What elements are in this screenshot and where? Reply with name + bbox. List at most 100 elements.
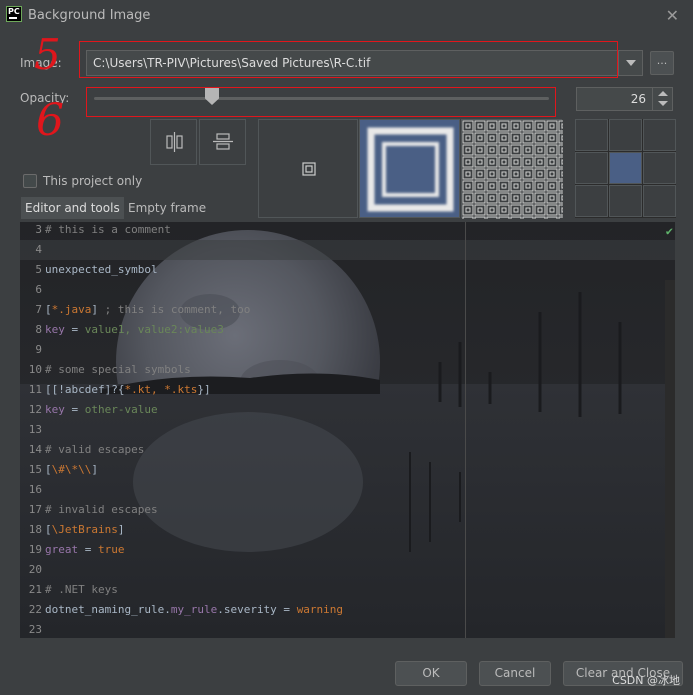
code-text: key = value1, value2:value3 [45, 323, 224, 337]
line-number: 20 [28, 563, 42, 576]
code-line: 6 [20, 283, 665, 303]
code-line: 21 # .NET keys [20, 583, 665, 603]
line-number: 4 [35, 243, 42, 256]
code-text: # this is a comment [45, 223, 171, 237]
code-line: 16 [20, 483, 665, 503]
code-token: . [164, 603, 171, 616]
code-line: 19 great = true [20, 543, 665, 563]
line-number: 12 [28, 403, 42, 416]
dialog-title: Background Image [28, 8, 151, 23]
anchor-bottom[interactable] [609, 185, 642, 217]
line-number: 9 [35, 343, 42, 356]
code-token: value1, value2:value3 [84, 323, 224, 336]
opacity-value[interactable]: 26 [631, 92, 646, 106]
code-token: unexpected_symbol [45, 263, 158, 276]
code-token: *.kt, *.kts [124, 383, 198, 396]
code-line: 4 [20, 243, 665, 263]
flip-horizontal-icon [166, 132, 183, 152]
line-number: 16 [28, 483, 42, 496]
code-token: }] [197, 383, 211, 396]
tab-empty-frame[interactable]: Empty frame [124, 197, 210, 219]
code-token: # invalid escapes [45, 503, 158, 516]
code-line: 20 [20, 563, 665, 583]
ok-button[interactable]: OK [395, 661, 467, 686]
code-token: great [45, 543, 79, 556]
tab-editor-and-tools[interactable]: Editor and tools [21, 197, 124, 219]
line-number: 19 [28, 543, 42, 556]
fill-option-scale[interactable] [359, 119, 460, 218]
line-number: 22 [28, 603, 42, 616]
anchor-bottom-right[interactable] [643, 185, 676, 217]
code-token: key [45, 403, 65, 416]
code-token: = [64, 323, 85, 336]
close-icon[interactable]: ✕ [666, 6, 679, 25]
code-text: # invalid escapes [45, 503, 158, 517]
line-number: 15 [28, 463, 42, 476]
code-text: dotnet_naming_rule.my_rule.severity = wa… [45, 603, 343, 617]
code-line: 18 [\JetBrains] [20, 523, 665, 543]
code-token: etBrains [64, 523, 118, 536]
line-number: 23 [28, 623, 42, 636]
code-token: .severity [217, 603, 277, 616]
code-line: 5 unexpected_symbol [20, 263, 665, 283]
code-text: # .NET keys [45, 583, 118, 597]
code-token: [[!abcdef]?{ [45, 383, 125, 396]
code-token: # some special symbols [45, 363, 191, 376]
line-number: 11 [28, 383, 42, 396]
browse-button[interactable]: ... [650, 51, 674, 75]
code-text: [*.java] ; this is comment, too [45, 303, 250, 317]
line-number: 3 [35, 223, 42, 236]
code-token: [ [45, 463, 52, 476]
editor-preview: ✔ 3 # this is a comment 4 5 unexpected_symbo… [20, 222, 675, 638]
line-number: 10 [28, 363, 42, 376]
pycharm-app-icon: PC [6, 6, 22, 22]
code-line: 14 # valid escapes [20, 443, 665, 463]
annotation-mark-image: 5 [34, 30, 61, 79]
editor-scrollbar[interactable] [665, 280, 675, 638]
opacity-spinner[interactable]: 26 [576, 87, 673, 111]
code-token: # valid escapes [45, 443, 145, 456]
code-token: [ [45, 523, 52, 536]
code-line: 9 [20, 343, 665, 363]
code-token: key [45, 323, 65, 336]
line-number: 17 [28, 503, 42, 516]
line-number: 7 [35, 303, 42, 316]
flip-vertical-button[interactable] [199, 119, 246, 165]
fill-option-tile[interactable] [461, 119, 563, 219]
anchor-top-left[interactable] [575, 119, 608, 151]
flip-vertical-icon [213, 133, 233, 150]
code-text: key = other-value [45, 403, 158, 417]
anchor-grid [575, 119, 676, 218]
anchor-top[interactable] [609, 119, 642, 151]
line-number: 8 [35, 323, 42, 336]
line-number: 13 [28, 423, 42, 436]
code-token: ] [117, 523, 125, 536]
code-token: # this is a comment [45, 223, 171, 236]
this-project-only-checkbox[interactable] [23, 174, 37, 188]
anchor-bottom-left[interactable] [575, 185, 608, 217]
anchor-right[interactable] [643, 152, 676, 184]
flip-horizontal-button[interactable] [150, 119, 197, 165]
code-token: \J [51, 523, 65, 536]
code-text: # some special symbols [45, 363, 191, 377]
annotation-box-image [79, 41, 618, 78]
code-line: 12 key = other-value [20, 403, 665, 423]
anchor-center[interactable] [609, 152, 642, 184]
code-line: 22 dotnet_naming_rule.my_rule.severity = … [20, 603, 665, 623]
code-token: ; this is comment, too [104, 303, 251, 316]
code-text: unexpected_symbol [45, 263, 158, 277]
anchor-top-right[interactable] [643, 119, 676, 151]
fill-option-plain[interactable] [258, 119, 358, 218]
inspection-ok-icon: ✔ [665, 224, 673, 238]
chevron-down-icon[interactable] [618, 51, 642, 75]
anchor-left[interactable] [575, 152, 608, 184]
code-line: 3 # this is a comment [20, 223, 665, 243]
title-bar: PC Background Image ✕ [0, 0, 693, 34]
code-text: great = true [45, 543, 125, 557]
cancel-button[interactable]: Cancel [479, 661, 551, 686]
line-number: 21 [28, 583, 42, 596]
this-project-only-label[interactable]: This project only [43, 174, 142, 188]
code-text: [[!abcdef]?{*.kt, *.kts}] [45, 383, 211, 397]
code-line: 8 key = value1, value2:value3 [20, 323, 665, 343]
line-number: 5 [35, 263, 42, 276]
